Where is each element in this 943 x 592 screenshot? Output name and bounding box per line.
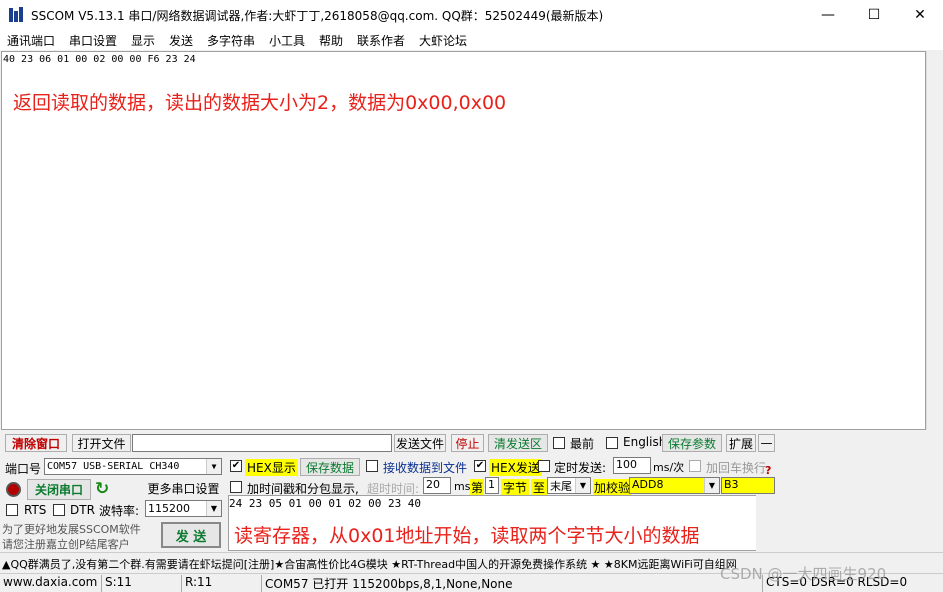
watermark: CSDN @一大四画生920	[720, 565, 887, 583]
byte-prefix-label: 第	[470, 479, 485, 496]
file-path-input[interactable]	[132, 434, 392, 452]
send-file-button[interactable]: 发送文件	[394, 434, 446, 452]
checksum-result-field: B3	[721, 477, 775, 494]
to-label: 至	[531, 479, 548, 496]
promo-text-line1: 为了更好地发展SSCOM软件	[2, 523, 141, 536]
dtr-label: DTR	[70, 503, 95, 517]
baud-select-value: 115200	[148, 502, 190, 515]
more-serial-settings-button[interactable]: 更多串口设置	[146, 479, 221, 497]
chevron-down-icon: ▼	[704, 478, 719, 493]
menu-send[interactable]: 发送	[169, 32, 193, 49]
port-select[interactable]: COM57 USB-SERIAL CH340 ▼	[44, 458, 222, 475]
hex-send-label: HEX发送	[489, 459, 542, 476]
window-title: SSCOM V5.13.1 串口/网络数据调试器,作者:大虾丁丁,2618058…	[31, 9, 604, 23]
collapse-button[interactable]: —	[758, 434, 775, 452]
expand-button[interactable]: 扩展	[726, 434, 756, 452]
status-received-count: R:11	[181, 575, 212, 592]
rts-checkbox[interactable]	[6, 504, 18, 516]
chevron-down-icon: ▼	[575, 478, 590, 493]
hex-display-checkbox[interactable]: ✔	[230, 460, 242, 472]
checksum-label: 加校验	[593, 479, 632, 496]
timed-interval-input[interactable]: 100	[613, 457, 651, 474]
port-open-indicator-icon	[6, 482, 21, 497]
baud-select[interactable]: 115200 ▼	[145, 500, 222, 517]
checksum-select-value: ADD8	[632, 478, 664, 491]
menu-serial-settings[interactable]: 串口设置	[69, 32, 117, 49]
english-checkbox[interactable]	[606, 437, 618, 449]
open-file-button[interactable]: 打开文件	[72, 434, 131, 452]
checksum-select[interactable]: ADD8 ▼	[629, 477, 720, 494]
save-params-button[interactable]: 保存参数	[662, 434, 722, 452]
menu-display[interactable]: 显示	[131, 32, 155, 49]
clear-window-button[interactable]: 清除窗口	[5, 434, 67, 452]
timed-unit-label: ms/次	[653, 461, 685, 474]
port-label: 端口号	[5, 462, 42, 476]
title-bar: SSCOM V5.13.1 串口/网络数据调试器,作者:大虾丁丁,2618058…	[0, 0, 943, 30]
topmost-label: 最前	[570, 437, 595, 451]
help-icon[interactable]: ?	[765, 464, 775, 477]
timed-send-checkbox[interactable]	[538, 460, 550, 472]
rts-label: RTS	[24, 503, 47, 517]
byte-index-input[interactable]: 1	[485, 477, 499, 494]
byte-label: 字节	[501, 479, 530, 496]
send-annotation: 读寄存器，从0x01地址开始，读取两个字节大小的数据	[234, 525, 700, 547]
stop-button[interactable]: 停止	[451, 434, 484, 452]
menu-multi-string[interactable]: 多字符串	[207, 32, 255, 49]
recv-to-file-checkbox[interactable]	[366, 460, 378, 472]
receive-scrollbar[interactable]	[926, 51, 943, 430]
menu-bar: 通讯端口 串口设置 显示 发送 多字符串 小工具 帮助 联系作者 大虾论坛	[0, 30, 943, 50]
menu-tools[interactable]: 小工具	[269, 32, 305, 49]
promo-text-line2: 请您注册嘉立创P结尾客户	[2, 538, 130, 551]
end-select[interactable]: 末尾 ▼	[547, 477, 591, 494]
dtr-checkbox[interactable]	[53, 504, 65, 516]
menu-help[interactable]: 帮助	[319, 32, 343, 49]
timeout-input[interactable]: 20	[423, 477, 451, 494]
add-crlf-checkbox[interactable]	[689, 460, 701, 472]
status-sent-count: S:11	[101, 575, 132, 592]
add-crlf-label: 加回车换行	[706, 461, 767, 475]
send-scrollbar[interactable]	[756, 495, 774, 551]
timed-send-label: 定时发送:	[554, 461, 607, 475]
timestamp-checkbox[interactable]	[230, 481, 242, 493]
english-label: English	[623, 435, 667, 449]
menu-contact-author[interactable]: 联系作者	[357, 32, 405, 49]
refresh-icon[interactable]: ↻	[95, 479, 109, 499]
close-port-button[interactable]: 关闭串口	[27, 479, 91, 500]
app-icon	[9, 7, 23, 22]
hex-send-checkbox[interactable]: ✔	[474, 460, 486, 472]
maximize-button[interactable]: ☐	[851, 0, 897, 30]
minimize-button[interactable]: —	[805, 0, 851, 30]
topmost-checkbox[interactable]	[553, 437, 565, 449]
baud-label: 波特率:	[99, 504, 140, 518]
chevron-down-icon: ▼	[206, 501, 221, 516]
port-select-value: COM57 USB-SERIAL CH340	[47, 461, 180, 472]
close-button[interactable]: ✕	[897, 0, 943, 30]
send-hex-data: 24 23 05 01 00 01 02 00 23 40	[229, 497, 422, 510]
recv-to-file-label: 接收数据到文件	[383, 461, 468, 475]
received-hex-data: 40 23 06 01 00 02 00 00 F6 23 24	[3, 54, 196, 65]
clear-send-button[interactable]: 清发送区	[488, 434, 548, 452]
chevron-down-icon: ▼	[206, 459, 221, 474]
status-website[interactable]: www.daxia.com	[0, 575, 97, 592]
end-select-value: 末尾	[550, 480, 572, 493]
news-text: ▲QQ群满员了,没有第二个群.有需要请在虾坛提问[注册]★合宙高性价比4G模块 …	[2, 558, 737, 571]
hex-display-label: HEX显示	[245, 459, 298, 476]
save-data-button[interactable]: 保存数据	[300, 458, 360, 476]
status-port-info: COM57 已打开 115200bps,8,1,None,None	[261, 575, 513, 592]
timeout-unit-label: ms	[454, 480, 471, 493]
menu-comm-port[interactable]: 通讯端口	[7, 32, 55, 49]
send-button[interactable]: 发 送	[161, 522, 221, 548]
menu-forum[interactable]: 大虾论坛	[419, 32, 467, 49]
receive-annotation: 返回读取的数据，读出的数据大小为2，数据为0x00,0x00	[13, 92, 507, 114]
